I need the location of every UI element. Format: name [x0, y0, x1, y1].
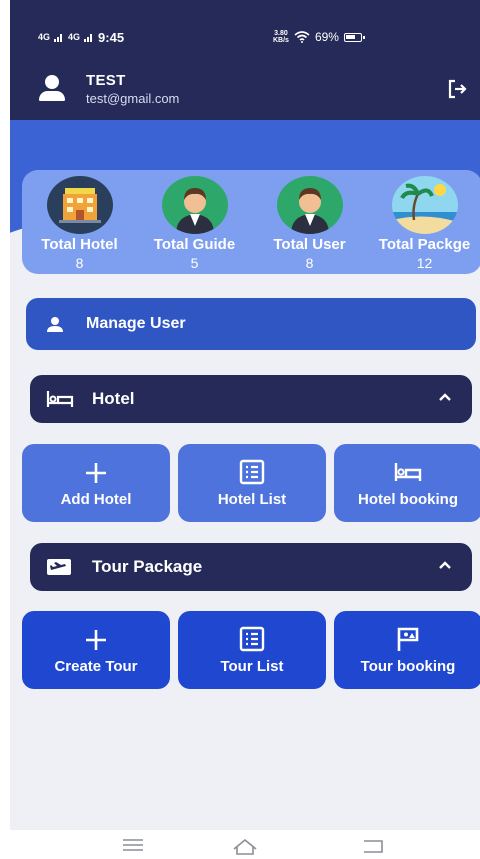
stat-value: 12: [416, 255, 433, 271]
tile-label: Add Hotel: [60, 490, 132, 508]
tile-label: Hotel booking: [358, 490, 458, 508]
chevron-up-icon[interactable]: [438, 558, 452, 572]
list-icon: [239, 626, 265, 651]
person-icon: [36, 73, 68, 105]
user-icon: [276, 176, 343, 234]
status-bar: 4G 4G 9:45 3.80 KB/s 69%: [38, 28, 454, 46]
stat-total-hotel[interactable]: Total Hotel 8: [24, 176, 136, 274]
user-email: test@gmail.com: [86, 91, 180, 106]
user-profile[interactable]: TEST test@gmail.com: [36, 72, 179, 106]
tour-booking-button[interactable]: Tour booking: [334, 611, 480, 689]
hotel-section-header[interactable]: Hotel: [30, 375, 472, 423]
plus-icon: [86, 462, 106, 483]
tour-package-section-header[interactable]: Tour Package: [30, 543, 472, 591]
network-speed: 3.80 KB/s: [273, 30, 289, 44]
stat-label: Total Packge: [378, 236, 471, 253]
flight-icon: [47, 559, 71, 575]
guide-icon: [161, 176, 228, 234]
tile-label: Create Tour: [54, 657, 138, 675]
stat-total-user[interactable]: Total User 8: [254, 176, 366, 274]
stat-value: 5: [190, 255, 199, 271]
wifi-icon: [294, 31, 310, 43]
tour-package-section-title: Tour Package: [92, 557, 203, 576]
create-tour-button[interactable]: Create Tour: [22, 611, 170, 689]
stats-card: Total Hotel 8 Total Guide 5 Total User 8…: [22, 170, 480, 274]
battery-percent: 69%: [314, 30, 339, 44]
network-indicator-2: 4G: [68, 31, 81, 42]
stat-total-package[interactable]: Total Packge 12: [369, 176, 480, 274]
status-time: 9:45: [98, 29, 125, 45]
person-icon: [47, 317, 63, 332]
manage-user-label: Manage User: [86, 315, 186, 332]
hotel-list-button[interactable]: Hotel List: [178, 444, 326, 522]
stat-label: Total Guide: [153, 236, 236, 253]
back-icon[interactable]: [360, 837, 386, 855]
plus-icon: [86, 629, 106, 650]
stat-label: Total Hotel: [41, 236, 118, 253]
tour-flag-icon: [397, 627, 419, 651]
bed-icon: [46, 391, 74, 407]
tour-list-button[interactable]: Tour List: [178, 611, 326, 689]
user-name: TEST: [86, 72, 126, 89]
hotel-icon: [46, 176, 113, 234]
battery-icon: [343, 32, 365, 42]
system-nav-bar: [0, 830, 480, 859]
phone-screen: 4G 4G 9:45 3.80 KB/s 69% TEST test@gmail…: [10, 0, 480, 859]
signal-icon: [84, 34, 93, 42]
chevron-up-icon[interactable]: [438, 390, 452, 404]
stat-total-guide[interactable]: Total Guide 5: [139, 176, 251, 274]
add-hotel-button[interactable]: Add Hotel: [22, 444, 170, 522]
app-header: 4G 4G 9:45 3.80 KB/s 69% TEST test@gmail…: [10, 0, 480, 120]
stat-value: 8: [305, 255, 314, 271]
hotel-section-title: Hotel: [92, 389, 135, 408]
beach-icon: [391, 176, 458, 234]
hotel-booking-button[interactable]: Hotel booking: [334, 444, 480, 522]
tile-label: Tour booking: [360, 657, 456, 675]
speed-value: 3.80: [274, 30, 288, 37]
network-indicator-1: 4G: [38, 31, 51, 42]
logout-icon[interactable]: [446, 78, 468, 100]
tile-label: Hotel List: [217, 490, 287, 508]
stat-value: 8: [75, 255, 84, 271]
menu-icon[interactable]: [122, 837, 144, 853]
stat-label: Total User: [273, 236, 346, 253]
tile-label: Tour List: [220, 657, 284, 675]
speed-unit: KB/s: [273, 37, 289, 44]
list-icon: [239, 459, 265, 484]
app-screen: 4G 4G 9:45 3.80 KB/s 69% TEST test@gmail…: [10, 0, 480, 830]
manage-user-button[interactable]: Manage User: [26, 298, 476, 350]
bed-icon: [394, 462, 422, 481]
home-icon[interactable]: [232, 837, 258, 855]
signal-icon: [54, 34, 63, 42]
